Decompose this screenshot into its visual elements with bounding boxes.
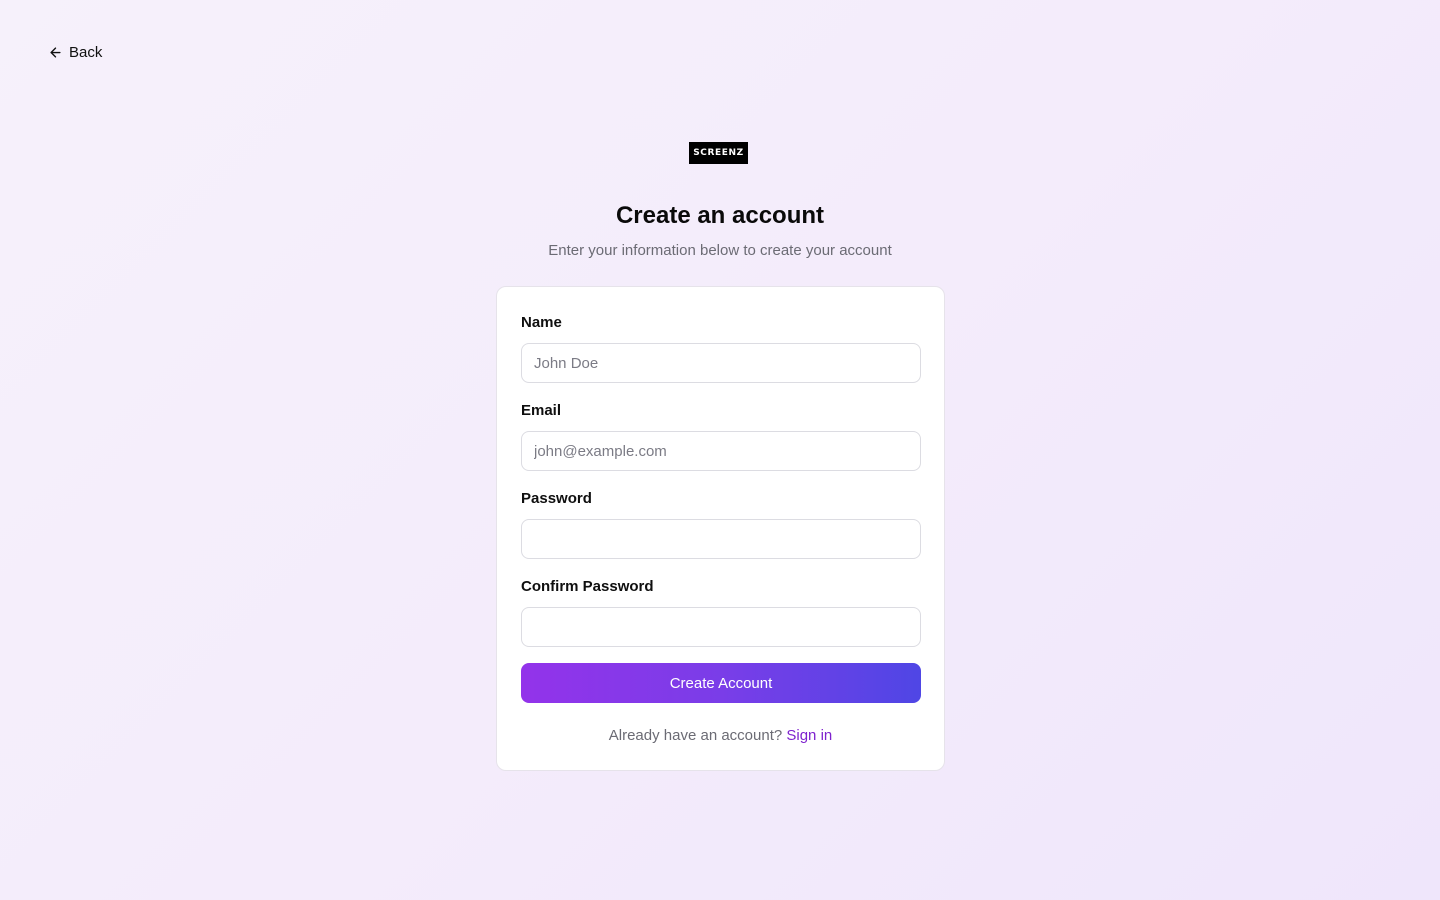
page-subtitle: Enter your information below to create y… — [548, 242, 892, 259]
confirm-password-input[interactable] — [521, 607, 921, 647]
signin-prompt: Already have an account? Sign in — [497, 726, 944, 746]
signin-link[interactable]: Sign in — [786, 727, 832, 744]
email-input[interactable] — [521, 431, 921, 471]
signin-prompt-text: Already have an account? — [608, 727, 783, 744]
back-label: Back — [69, 43, 103, 61]
page-title: Create an account — [615, 202, 825, 229]
signup-card: Name Email Password Confirm Password Cre… — [496, 286, 945, 771]
back-link[interactable]: Back — [48, 41, 102, 63]
email-label: Email — [521, 402, 562, 419]
create-account-button[interactable]: Create Account — [521, 663, 921, 703]
name-input[interactable] — [521, 343, 921, 383]
brand-logo: SCREENZ — [689, 142, 748, 164]
name-label: Name — [521, 314, 562, 331]
password-label: Password — [521, 490, 592, 507]
arrow-left-icon — [50, 46, 61, 58]
password-input[interactable] — [521, 519, 921, 559]
confirm-password-label: Confirm Password — [521, 578, 654, 595]
